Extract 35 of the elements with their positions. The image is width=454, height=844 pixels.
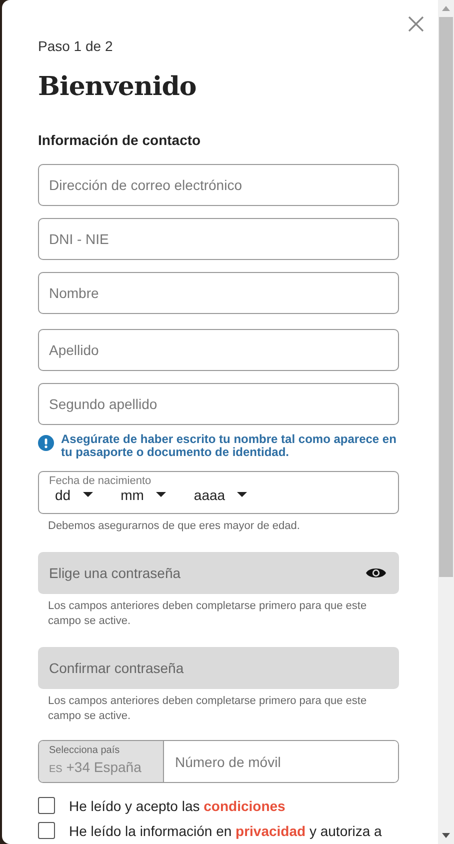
phone-field[interactable]: Selecciona país ES +34 España Número de móvil [38, 740, 399, 783]
country-value: ES +34 España [49, 759, 142, 775]
hint-text: Debemos asegurarnos de que eres mayor de edad. [47, 519, 300, 534]
agreement-text: He leído y acepto las condiciones [69, 798, 286, 814]
notice-text: Asegúrate de haber escrito tu nombre tal como aparece en tu pasaporte o documento de identidad. [61, 433, 398, 459]
dialog-title: Bienvenido [38, 72, 196, 102]
checkbox[interactable] [38, 822, 55, 839]
scroll-down-icon[interactable] [442, 833, 450, 838]
text-field[interactable]: Nombre [38, 272, 399, 314]
step-indicator: Paso 1 de 2 [38, 38, 113, 54]
date-dropdown[interactable]: dd [55, 487, 93, 503]
section-heading: Información de contacto [38, 132, 201, 148]
date-field[interactable]: Fecha de nacimiento dd mm aaaa [38, 471, 399, 514]
date-dropdown[interactable]: aaaa [194, 487, 248, 503]
caret-icon [156, 492, 166, 498]
text-field[interactable]: Dirección de correo electrónico [38, 164, 399, 206]
caret-icon [237, 492, 248, 498]
link[interactable]: condiciones [204, 798, 286, 814]
caret-icon [82, 492, 93, 498]
country-select[interactable]: Selecciona país ES +34 España [39, 741, 164, 782]
date-dropdown[interactable]: mm [120, 487, 166, 503]
agreement-text: He leído la información en privacidad y autoriza a [69, 822, 382, 838]
hint-text: Los campos anteriores deben completarse primero para que este campo se active. [47, 599, 368, 629]
scrollbar[interactable] [438, 0, 454, 844]
exclamation-icon [38, 435, 54, 451]
checkbox[interactable] [38, 797, 55, 814]
close-icon[interactable] [408, 16, 424, 32]
text-field[interactable]: Segundo apellido [38, 383, 399, 425]
link[interactable]: privacidad [236, 822, 306, 838]
field-label: Selecciona país [49, 745, 120, 757]
text-field[interactable]: DNI - NIE [38, 218, 399, 260]
field-label: Fecha de nacimiento [49, 475, 152, 487]
eye-icon[interactable] [366, 566, 386, 580]
hint-text: Los campos anteriores deben completarse primero para que este campo se active. [47, 694, 368, 724]
text-field[interactable]: Apellido [38, 329, 399, 371]
